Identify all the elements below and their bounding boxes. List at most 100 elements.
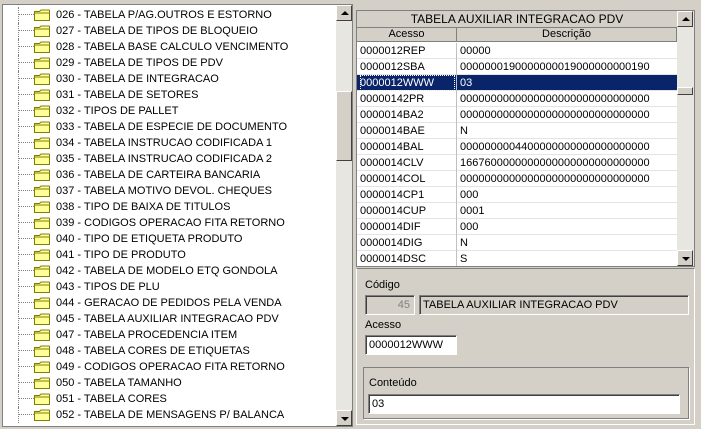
tree-item-label: 037 - TABELA MOTIVO DEVOL. CHEQUES [56,185,272,197]
tree-connector [18,158,34,159]
tree-item-label: 030 - TABELA DE INTEGRACAO [56,73,219,85]
conteudo-field[interactable]: 03 [368,394,680,414]
tree-item[interactable]: 047 - TABELA PROCEDENCIA ITEM [3,327,337,343]
acesso-field[interactable]: 0000012WWW [365,335,457,355]
tree-item[interactable]: 029 - TABELA DE TIPOS DE PDV [3,55,337,71]
tree-item-label: 033 - TABELA DE ESPECIE DE DOCUMENTO [56,121,288,133]
cell-acesso: 0000014BAE [360,125,425,137]
tree-connector [18,110,34,111]
tree-item-label: 039 - CODIGOS OPERACAO FITA RETORNO [56,217,285,229]
folder-icon [34,137,50,149]
tree-item[interactable]: 030 - TABELA DE INTEGRACAO [3,71,337,87]
cell-acesso: 00000142PR [360,93,425,105]
table-row[interactable]: 0000014DIG N [357,235,677,251]
tree-connector [18,142,34,143]
tree-item[interactable]: 050 - TABELA TAMANHO [3,375,337,391]
tree-item[interactable]: 048 - TABELA CORES DE ETIQUETAS [3,343,337,359]
grid-scroll-up-button[interactable] [677,11,693,27]
cell-acesso: 0000014DIF [360,221,421,233]
tree-item[interactable]: 036 - TABELA DE CARTEIRA BANCARIA [3,167,337,183]
tree-vertical-scrollbar[interactable] [336,5,352,426]
tree-scroll-up-button[interactable] [336,5,352,21]
tree-item-label: 028 - TABELA BASE CALCULO VENCIMENTO [56,41,289,53]
folder-icon [34,233,50,245]
conteudo-groupbox: Conteúdo 03 [363,367,689,419]
tree-scroll-thumb[interactable] [336,91,352,161]
table-row[interactable]: 0000014BAL 000000000440000000000000000000… [357,139,677,155]
table-row[interactable]: 0000014COL 000000000000000000000000000000… [357,171,677,187]
tree-item[interactable]: 043 - TIPOS DE PLU [3,279,337,295]
tree-item[interactable]: 052 - TABELA DE MENSAGENS P/ BALANCA [3,407,337,423]
column-divider [456,75,457,91]
tree-item[interactable]: 049 - CODIGOS OPERACAO FITA RETORNO [3,359,337,375]
detail-panel: TABELA AUXILIAR INTEGRACAO PDV Acesso De… [356,6,697,429]
table-row[interactable]: 0000014DIF 000 [357,219,677,235]
tree-connector [18,126,34,127]
tree-item[interactable]: 051 - TABELA CORES [3,391,337,407]
cell-descricao: 000 [460,221,479,233]
folder-icon [34,297,50,309]
tree-item-label: 051 - TABELA CORES [56,393,167,405]
column-divider [456,59,457,75]
table-row[interactable]: 0000014CLV 166760000000000000000000000000… [357,155,677,171]
tree-scroll-down-button[interactable] [336,410,352,426]
folder-icon [34,89,50,101]
table-row[interactable]: 0000012REP 00000 [357,43,677,59]
tree-item[interactable]: 044 - GERACAO DE PEDIDOS PELA VENDA [3,295,337,311]
tree-item[interactable]: 034 - TABELA INSTRUCAO CODIFICADA 1 [3,135,337,151]
grid-scroll-thumb[interactable] [677,87,693,95]
tree-connector [18,391,19,407]
tree-item-label: 043 - TIPOS DE PLU [56,281,160,293]
grid-vertical-scrollbar[interactable] [677,11,694,266]
tree-item-label: 026 - TABELA P/AG.OUTROS E ESTORNO [56,9,272,21]
tree-connector [18,286,34,287]
tree-item[interactable]: 031 - TABELA DE SETORES [3,87,337,103]
tree-item[interactable]: 027 - TABELA DE TIPOS DE BLOQUEIO [3,23,337,39]
table-row[interactable]: 0000014DSC S [357,251,677,266]
edit-form: Código 45 TABELA AUXILIAR INTEGRACAO PDV… [356,268,695,425]
tree-item-label: 049 - CODIGOS OPERACAO FITA RETORNO [56,361,285,373]
table-row[interactable]: 0000014BA2 000000000000000000000000000000… [357,107,677,123]
tree-item[interactable]: 042 - TABELA DE MODELO ETQ GONDOLA [3,263,337,279]
table-row[interactable]: 0000014CP1 000 [357,187,677,203]
table-row[interactable]: 0000014BAE N [357,123,677,139]
tree-connector [18,343,19,359]
table-row[interactable]: 0000012WWW 03 [357,75,677,91]
tree-item[interactable]: 035 - TABELA INSTRUCAO CODIFICADA 2 [3,151,337,167]
tree-connector [18,14,34,15]
column-header-descricao[interactable]: Descrição [457,28,677,41]
tree-item[interactable]: 045 - TABELA AUXILIAR INTEGRACAO PDV [3,311,337,327]
folder-icon [34,73,50,85]
tree-item-label: 040 - TIPO DE ETIQUETA PRODUTO [56,233,243,245]
tree-connector [18,318,34,319]
tree-connector [18,311,19,327]
folder-icon [34,57,50,69]
folder-icon [34,41,50,53]
tree-item[interactable]: 033 - TABELA DE ESPECIE DE DOCUMENTO [3,119,337,135]
table-row[interactable]: 00000142PR 000000000000000000000000000000… [357,91,677,107]
tree-item-label: 041 - TIPO DE PRODUTO [56,249,186,261]
arrow-up-icon [682,17,690,21]
column-header-acesso[interactable]: Acesso [357,28,457,41]
folder-icon [34,169,50,181]
table-row[interactable]: 0000014CUP 0001 [357,203,677,219]
tree-connector [18,334,34,335]
column-divider [456,43,457,59]
tree-connector [18,183,19,199]
tree-item[interactable]: 041 - TIPO DE PRODUTO [3,247,337,263]
tree-item[interactable]: 026 - TABELA P/AG.OUTROS E ESTORNO [3,7,337,23]
tree-item[interactable]: 037 - TABELA MOTIVO DEVOL. CHEQUES [3,183,337,199]
tree-item[interactable]: 038 - TIPO DE BAIXA DE TITULOS [3,199,337,215]
cell-acesso: 0000014BAL [360,141,424,153]
column-divider [456,251,457,266]
tree-item[interactable]: 032 - TIPOS DE PALLET [3,103,337,119]
tree-item[interactable]: 028 - TABELA BASE CALCULO VENCIMENTO [3,39,337,55]
folder-icon [34,9,50,21]
tree-connector [18,7,19,23]
cell-descricao: 000 [460,189,479,201]
table-row[interactable]: 0000012SBA 000000019000000001900000000019… [357,59,677,75]
tree-connector [18,103,19,119]
tree-item[interactable]: 039 - CODIGOS OPERACAO FITA RETORNO [3,215,337,231]
tree-item[interactable]: 040 - TIPO DE ETIQUETA PRODUTO [3,231,337,247]
grid-scroll-down-button[interactable] [677,250,693,266]
